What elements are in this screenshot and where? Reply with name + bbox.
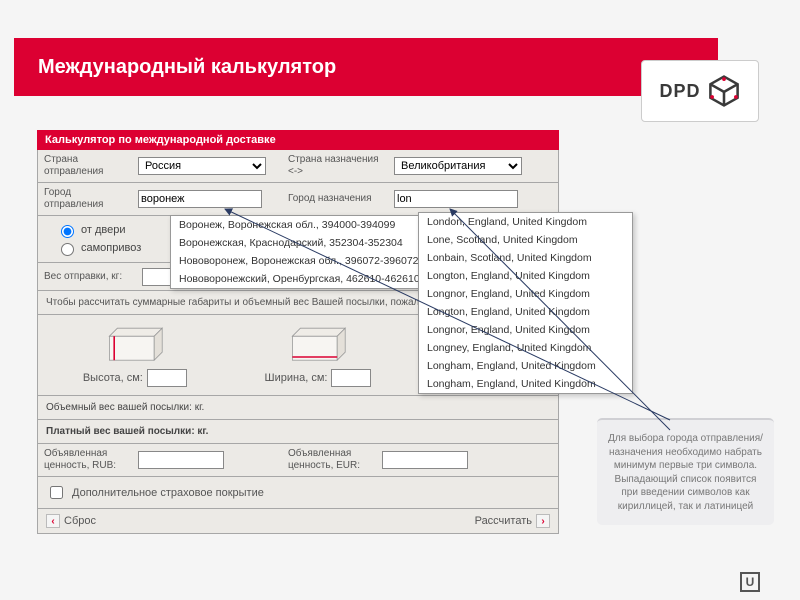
help-note: Для выбора города отправления/назначения… <box>597 418 774 525</box>
volume-weight-row: Объемный вес вашей посылки: кг. <box>38 396 558 420</box>
page-title: Международный калькулятор <box>38 56 336 79</box>
box-width-icon <box>286 325 350 365</box>
footer-badge-icon: U <box>740 572 760 592</box>
height-input[interactable] <box>147 369 187 387</box>
declared-eur-input[interactable] <box>382 451 468 469</box>
origin-city-suggestions[interactable]: Воронеж, Воронежская обл., 394000-394099… <box>170 215 425 289</box>
suggestion-item[interactable]: Воронеж, Воронежская обл., 394000-394099 <box>171 216 424 234</box>
title-banner: Международный калькулятор <box>14 38 718 96</box>
dest-city-input[interactable] <box>394 190 518 208</box>
dest-country-label: Страна назначения <-> <box>282 150 390 182</box>
dpd-logo: DPD <box>641 60 759 122</box>
suggestion-item[interactable]: Воронежская, Краснодарский, 352304-35230… <box>171 234 424 252</box>
origin-country-select[interactable]: Россия <box>138 157 266 175</box>
dest-country-select[interactable]: Великобритания <box>394 157 522 175</box>
declared-rub-input[interactable] <box>138 451 224 469</box>
suggestion-item[interactable]: Longnor, England, United Kingdom <box>419 321 632 339</box>
calculator-title: Калькулятор по международной доставке <box>37 130 559 150</box>
suggestion-item[interactable]: Longney, England, United Kingdom <box>419 339 632 357</box>
origin-city-label: Город отправления <box>38 183 134 215</box>
swap-icon[interactable]: <-> <box>288 166 384 178</box>
origin-city-input[interactable] <box>138 190 262 208</box>
dest-city-suggestions[interactable]: London, England, United KingdomLone, Sco… <box>418 212 633 394</box>
radio-from-door[interactable]: от двери <box>56 222 148 238</box>
weight-label: Вес отправки, кг: <box>38 267 138 287</box>
width-label: Ширина, см: <box>265 372 328 384</box>
suggestion-item[interactable]: Нововоронеж, Воронежская обл., 396072-39… <box>171 252 424 270</box>
declared-eur-label: Объявленная ценность, EUR: <box>282 444 378 476</box>
suggestion-item[interactable]: Lone, Scotland, United Kingdom <box>419 231 632 249</box>
suggestion-item[interactable]: Longham, England, United Kingdom <box>419 357 632 375</box>
suggestion-item[interactable]: Longton, England, United Kingdom <box>419 267 632 285</box>
suggestion-item[interactable]: Longton, England, United Kingdom <box>419 303 632 321</box>
height-label: Высота, см: <box>83 372 143 384</box>
suggestion-item[interactable]: Longnor, England, United Kingdom <box>419 285 632 303</box>
declared-rub-label: Объявленная ценность, RUB: <box>38 444 134 476</box>
box-height-icon <box>103 325 167 365</box>
radio-self-pickup[interactable]: самопривоз <box>56 240 148 256</box>
width-input[interactable] <box>331 369 371 387</box>
calculate-button[interactable]: Рассчитать › <box>475 514 550 528</box>
insurance-label: Дополнительное страховое покрытие <box>72 487 264 499</box>
suggestion-item[interactable]: Lonbain, Scotland, United Kingdom <box>419 249 632 267</box>
suggestion-item[interactable]: Longham, England, United Kingdom <box>419 375 632 393</box>
suggestion-item[interactable]: London, England, United Kingdom <box>419 213 632 231</box>
origin-country-label: Страна отправления <box>38 150 134 182</box>
chevron-left-icon: ‹ <box>46 514 60 528</box>
suggestion-item[interactable]: Нововоронежский, Оренбургская, 462610-46… <box>171 270 424 288</box>
logo-text: DPD <box>659 81 700 102</box>
insurance-checkbox[interactable] <box>50 486 63 499</box>
pay-weight-row: Платный вес вашей посылки: кг. <box>38 420 558 444</box>
dest-city-label: Город назначения <box>282 189 390 209</box>
parcel-cube-icon <box>707 74 741 108</box>
reset-button[interactable]: ‹ Сброс <box>46 514 96 528</box>
chevron-right-icon: › <box>536 514 550 528</box>
